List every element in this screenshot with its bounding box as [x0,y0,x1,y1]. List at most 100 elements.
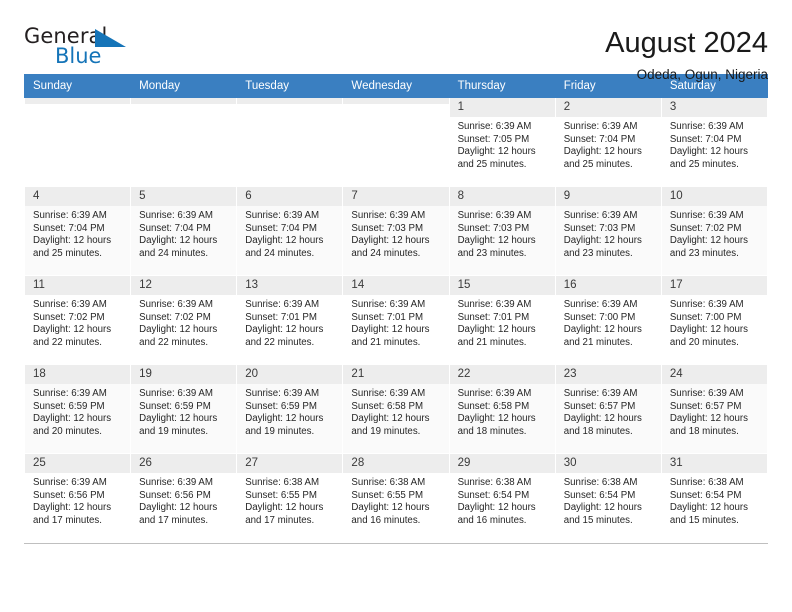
daylight-text: Daylight: 12 hours [351,413,430,425]
calendar-day-cell[interactable]: 27 Sunrise: 6:38 AM Sunset: 6:55 PM Dayligh… [236,453,344,543]
day-number: 5 [131,187,237,206]
sunrise-text: Sunrise: 6:38 AM [457,477,532,488]
day-details: Sunrise: 6:39 AM Sunset: 6:59 PM Daylight:… [25,384,130,438]
sunrise-text: Sunrise: 6:39 AM [669,388,744,399]
sunset-text: Sunset: 7:01 PM [457,311,530,323]
daylight-text: Daylight: 12 hours [563,324,642,336]
sunrise-text: Sunrise: 6:39 AM [245,388,320,399]
daylight-text: Daylight: 12 hours [351,502,430,514]
calendar-day-cell[interactable]: 20 Sunrise: 6:39 AM Sunset: 6:59 PM Dayligh… [236,364,344,454]
sunset-text: Sunset: 6:56 PM [33,489,105,501]
daylight-text: Daylight: 12 hours [457,502,536,514]
day-number: 13 [237,276,343,295]
calendar-day-cell[interactable]: 11 Sunrise: 6:39 AM Sunset: 7:02 PM Dayligh… [23,275,132,365]
sunset-text: Sunset: 6:58 PM [351,400,424,412]
sunset-text: Sunset: 7:05 PM [457,133,530,145]
calendar-day-cell[interactable]: 28 Sunrise: 6:38 AM Sunset: 6:55 PM Dayligh… [342,453,450,543]
calendar-day-cell[interactable]: 12 Sunrise: 6:39 AM Sunset: 7:02 PM Dayligh… [130,275,238,365]
sunrise-text: Sunrise: 6:39 AM [33,477,107,488]
calendar-day-cell[interactable]: 10 Sunrise: 6:39 AM Sunset: 7:02 PM Dayligh… [660,186,769,276]
day-number: 19 [131,365,237,384]
day-details: Sunrise: 6:39 AM Sunset: 6:58 PM Daylight:… [343,384,448,438]
daylight-text: and 19 minutes. [245,425,315,437]
daylight-text: and 18 minutes. [669,425,739,437]
day-number: 21 [343,365,449,384]
calendar-week-row: 1 Sunrise: 6:39 AM Sunset: 7:05 PM Daylight… [23,97,769,187]
day-details: Sunrise: 6:39 AM Sunset: 7:00 PM Daylight:… [662,295,767,349]
sunset-text: Sunset: 7:03 PM [351,222,424,234]
sunset-text: Sunset: 7:02 PM [33,311,105,323]
day-details: Sunrise: 6:39 AM Sunset: 7:01 PM Daylight:… [237,295,342,349]
day-number: 29 [449,454,555,473]
calendar-day-cell[interactable]: 24 Sunrise: 6:39 AM Sunset: 6:57 PM Dayligh… [660,364,769,454]
general-blue-logo[interactable]: General Blue [24,26,144,72]
calendar-day-cell[interactable]: 13 Sunrise: 6:39 AM Sunset: 7:01 PM Dayligh… [236,275,344,365]
calendar-day-cell[interactable]: 31 Sunrise: 6:38 AM Sunset: 6:54 PM Dayligh… [660,453,769,543]
day-number: 7 [343,187,449,206]
day-details: Sunrise: 6:39 AM Sunset: 6:59 PM Daylight:… [237,384,342,438]
calendar-day-cell[interactable]: 1 Sunrise: 6:39 AM Sunset: 7:05 PM Daylight… [448,97,556,187]
calendar-week-row: 11 Sunrise: 6:39 AM Sunset: 7:02 PM Dayligh… [23,275,769,365]
calendar-day-cell[interactable]: 30 Sunrise: 6:38 AM Sunset: 6:54 PM Dayligh… [554,453,662,543]
calendar-day-cell[interactable]: 14 Sunrise: 6:39 AM Sunset: 7:01 PM Dayligh… [342,275,450,365]
sunset-text: Sunset: 7:02 PM [669,222,742,234]
calendar-day-cell[interactable]: 17 Sunrise: 6:39 AM Sunset: 7:00 PM Dayligh… [660,275,769,365]
sunset-text: Sunset: 6:55 PM [351,489,424,501]
day-details: Sunrise: 6:39 AM Sunset: 7:04 PM Daylight:… [131,206,236,260]
calendar-day-cell[interactable]: 9 Sunrise: 6:39 AM Sunset: 7:03 PM Daylight… [554,186,662,276]
day-details: Sunrise: 6:39 AM Sunset: 6:57 PM Daylight:… [556,384,661,438]
day-number: 8 [449,187,555,206]
calendar-day-cell[interactable]: 19 Sunrise: 6:39 AM Sunset: 6:59 PM Dayligh… [130,364,238,454]
calendar-cell-empty [342,97,450,187]
calendar-day-cell[interactable]: 22 Sunrise: 6:39 AM Sunset: 6:58 PM Dayligh… [448,364,556,454]
day-number: 20 [237,365,343,384]
calendar-day-cell[interactable]: 18 Sunrise: 6:39 AM Sunset: 6:59 PM Dayligh… [23,364,132,454]
daylight-text: and 25 minutes. [563,158,633,170]
day-details: Sunrise: 6:38 AM Sunset: 6:54 PM Daylight:… [450,473,555,527]
day-number: 16 [555,276,661,295]
daylight-text: Daylight: 12 hours [563,502,642,514]
day-details: Sunrise: 6:39 AM Sunset: 7:03 PM Daylight:… [450,206,555,260]
sunset-text: Sunset: 6:59 PM [139,400,211,412]
calendar-day-cell[interactable]: 29 Sunrise: 6:38 AM Sunset: 6:54 PM Dayligh… [448,453,556,543]
sunrise-text: Sunrise: 6:39 AM [563,210,638,221]
daylight-text: Daylight: 12 hours [563,235,642,247]
day-details [237,104,342,108]
sunset-text: Sunset: 6:58 PM [457,400,530,412]
daylight-text: and 25 minutes. [33,247,102,259]
day-details: Sunrise: 6:39 AM Sunset: 6:56 PM Daylight:… [131,473,236,527]
daylight-text: Daylight: 12 hours [669,502,748,514]
calendar-day-cell[interactable]: 23 Sunrise: 6:39 AM Sunset: 6:57 PM Dayligh… [554,364,662,454]
daylight-text: and 16 minutes. [457,514,527,526]
sunset-text: Sunset: 7:00 PM [669,311,742,323]
daylight-text: Daylight: 12 hours [563,146,642,158]
calendar-day-cell[interactable]: 26 Sunrise: 6:39 AM Sunset: 6:56 PM Dayligh… [130,453,238,543]
title-block: August 2024 Odeda, Ogun, Nigeria [605,26,768,85]
calendar-day-cell[interactable]: 6 Sunrise: 6:39 AM Sunset: 7:04 PM Daylight… [236,186,344,276]
weekday-header-wednesday: Wednesday [342,74,450,98]
daylight-text: and 18 minutes. [563,425,633,437]
logo-text-blue: Blue [55,44,102,68]
calendar-day-cell[interactable]: 3 Sunrise: 6:39 AM Sunset: 7:04 PM Daylight… [660,97,769,187]
calendar-day-cell[interactable]: 7 Sunrise: 6:39 AM Sunset: 7:03 PM Daylight… [342,186,450,276]
calendar-day-cell[interactable]: 4 Sunrise: 6:39 AM Sunset: 7:04 PM Daylight… [23,186,132,276]
calendar-day-cell[interactable]: 15 Sunrise: 6:39 AM Sunset: 7:01 PM Dayligh… [448,275,556,365]
daylight-text: and 21 minutes. [351,336,421,348]
weekday-header-monday: Monday [130,74,238,98]
day-details: Sunrise: 6:38 AM Sunset: 6:54 PM Daylight:… [662,473,767,527]
calendar-day-cell[interactable]: 16 Sunrise: 6:39 AM Sunset: 7:00 PM Dayligh… [554,275,662,365]
day-number: 17 [661,276,767,295]
calendar-day-cell[interactable]: 25 Sunrise: 6:39 AM Sunset: 6:56 PM Dayligh… [23,453,132,543]
calendar-table: Sunday Monday Tuesday Wednesday Thursday… [23,74,769,543]
calendar-day-cell[interactable]: 21 Sunrise: 6:39 AM Sunset: 6:58 PM Dayligh… [342,364,450,454]
sunrise-text: Sunrise: 6:39 AM [351,299,426,310]
sunrise-text: Sunrise: 6:39 AM [245,210,320,221]
daylight-text: and 17 minutes. [245,514,315,526]
calendar-day-cell[interactable]: 5 Sunrise: 6:39 AM Sunset: 7:04 PM Daylight… [130,186,238,276]
calendar-day-cell[interactable]: 2 Sunrise: 6:39 AM Sunset: 7:04 PM Daylight… [554,97,662,187]
calendar-day-cell[interactable]: 8 Sunrise: 6:39 AM Sunset: 7:03 PM Daylight… [448,186,556,276]
sunrise-text: Sunrise: 6:39 AM [139,477,213,488]
daylight-text: and 24 minutes. [245,247,315,259]
sunrise-text: Sunrise: 6:39 AM [33,388,107,399]
daylight-text: and 25 minutes. [669,158,739,170]
